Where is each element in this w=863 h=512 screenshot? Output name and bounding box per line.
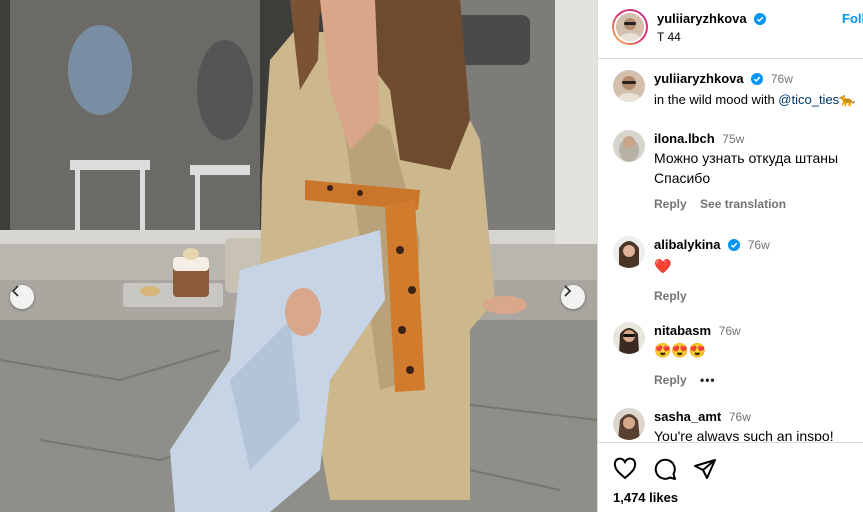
verified-badge-icon <box>754 13 767 28</box>
send-icon[interactable] <box>693 457 717 486</box>
next-photo-button[interactable] <box>561 285 585 309</box>
comment-text-line: Можно узнать откуда штаны <box>654 150 839 166</box>
post-side-panel: yuliiaryzhkova T 44 Foll yuliiaryzhkova … <box>597 0 863 512</box>
verified-badge-icon <box>751 72 764 90</box>
comment-time[interactable]: 76w <box>771 72 793 86</box>
comment-text: 😍😍😍 <box>654 342 707 358</box>
reply-button[interactable]: Reply <box>654 373 687 387</box>
caption-avatar[interactable] <box>613 70 645 102</box>
leopard-emoji: 🐆 <box>839 92 856 107</box>
caption-text-body: in the wild mood with <box>654 92 779 107</box>
reply-button[interactable]: Reply <box>654 289 687 303</box>
heart-outline-icon[interactable] <box>613 457 637 486</box>
reply-button[interactable]: Reply <box>654 197 687 211</box>
comment-actions: Reply See translation <box>654 194 863 214</box>
verified-badge-icon <box>728 238 741 256</box>
caption-text: in the wild mood with @tico_ties🐆 <box>654 90 863 110</box>
see-translation-button[interactable]: See translation <box>700 197 786 211</box>
more-options-icon[interactable]: ••• <box>700 373 716 387</box>
comment-avatar[interactable] <box>613 236 645 268</box>
comment-icon[interactable] <box>653 457 677 486</box>
previous-photo-button[interactable] <box>10 285 34 309</box>
post-photo[interactable] <box>0 0 597 512</box>
comments-list[interactable]: yuliiaryzhkova 76w in the wild mood with… <box>598 60 863 441</box>
comment-time[interactable]: 76w <box>729 410 751 424</box>
mention-link[interactable]: @tico_ties <box>778 92 839 107</box>
comment-actions: Reply ••• <box>654 370 863 390</box>
comment-username[interactable]: nitabasm <box>654 323 711 338</box>
comment-avatar[interactable] <box>613 322 645 354</box>
comment-text-line: Спасибо <box>654 170 711 186</box>
author-username[interactable]: yuliiaryzhkova <box>657 11 767 28</box>
comment-username[interactable]: ilona.lbch <box>654 131 715 146</box>
comment-time[interactable]: 75w <box>722 132 744 146</box>
comment-avatar[interactable] <box>613 130 645 162</box>
likes-count[interactable]: 1,474 likes <box>613 490 678 505</box>
comment-time[interactable]: 76w <box>719 324 741 338</box>
author-username-text[interactable]: yuliiaryzhkova <box>657 11 747 26</box>
author-avatar[interactable] <box>612 9 648 45</box>
post-image <box>0 0 597 512</box>
comment-text: You're always such an inspo! <box>654 428 834 441</box>
comment-username[interactable]: sasha_amt <box>654 409 721 424</box>
comment-time[interactable]: 76w <box>748 238 770 252</box>
post-header: yuliiaryzhkova T 44 Foll <box>598 0 863 59</box>
post-footer: 1,474 likes <box>598 442 863 512</box>
comment-text: ❤️ <box>654 258 672 274</box>
follow-button[interactable]: Foll <box>842 11 863 26</box>
comment-avatar[interactable] <box>613 408 645 440</box>
post-subtitle: T 44 <box>657 30 681 44</box>
comment-actions: Reply <box>654 286 863 306</box>
comment-username[interactable]: alibalykina <box>654 237 720 252</box>
comment-username[interactable]: yuliiaryzhkova <box>654 71 744 86</box>
